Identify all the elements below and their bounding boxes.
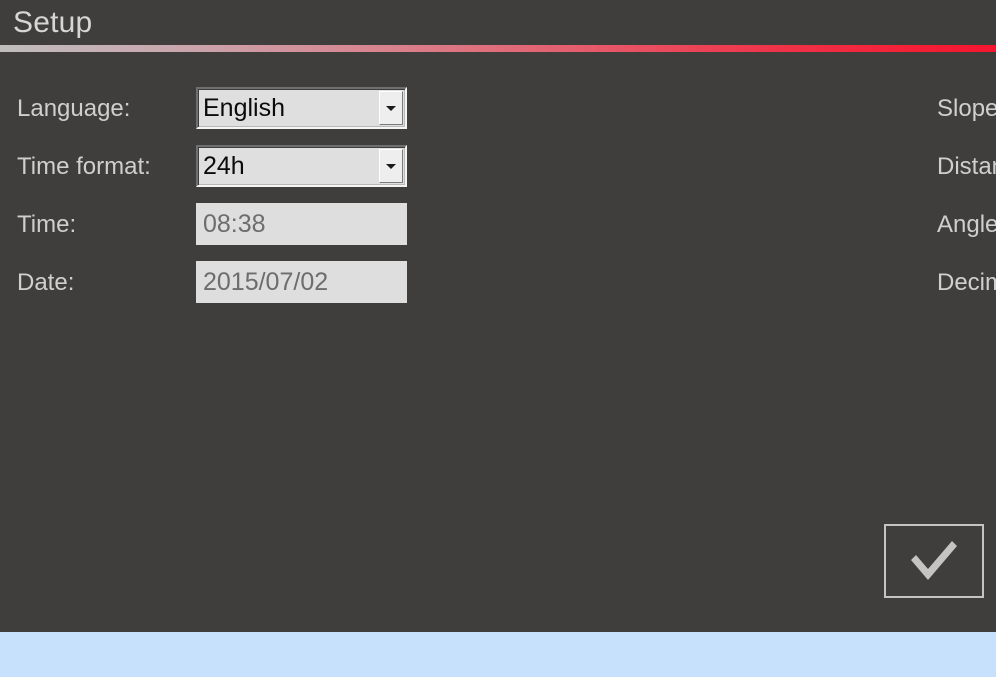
dropdown-time-format[interactable]: 24h <box>196 145 407 187</box>
label-decimal-separator: Decim. separator: <box>937 269 996 296</box>
accent-gradient-divider <box>0 45 996 52</box>
label-slope: Slope: <box>937 95 996 122</box>
chevron-down-icon <box>386 163 396 169</box>
dropdown-language-value: English <box>203 93 285 122</box>
bottom-status-bar <box>0 632 996 677</box>
confirm-button[interactable] <box>884 524 984 598</box>
label-language: Language: <box>17 95 131 122</box>
settings-form: Language: English Time format: 24h Time:… <box>0 52 996 632</box>
dropdown-language-toggle[interactable] <box>379 91 403 125</box>
setup-screen: Setup Language: English Time format: 24h <box>0 0 996 677</box>
label-time: Time: <box>17 211 77 238</box>
label-time-format: Time format: <box>17 153 151 180</box>
label-date: Date: <box>17 269 75 296</box>
label-angle: Angle: <box>937 211 996 238</box>
dropdown-time-format-toggle[interactable] <box>379 149 403 183</box>
label-distance: Distance: <box>937 153 996 180</box>
page-title: Setup <box>13 6 93 39</box>
field-time: 08:38 <box>196 203 407 245</box>
field-date: 2015/07/02 <box>196 261 407 303</box>
chevron-down-icon <box>386 105 396 111</box>
dropdown-language[interactable]: English <box>196 87 407 129</box>
dropdown-time-format-value: 24h <box>203 151 245 180</box>
check-icon <box>911 541 957 580</box>
title-bar: Setup <box>0 0 996 45</box>
